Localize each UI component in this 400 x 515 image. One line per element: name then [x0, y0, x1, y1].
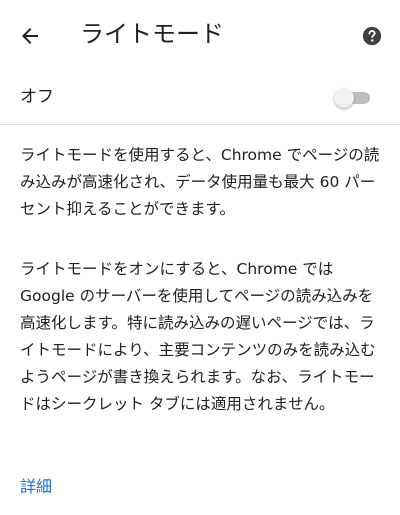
toolbar: ライトモード — [0, 0, 400, 70]
divider — [0, 124, 400, 125]
arrow-back-icon — [22, 28, 38, 44]
toggle-state-label: オフ — [20, 87, 54, 107]
page-title: ライトモード — [80, 20, 224, 48]
lite-mode-toggle-row[interactable]: オフ — [0, 75, 400, 123]
help-circle-icon — [362, 26, 382, 46]
description-paragraph-2: ライトモードをオンにすると、Chrome では Google のサーバーを使用し… — [20, 260, 376, 413]
lite-mode-switch[interactable] — [334, 87, 372, 109]
help-button[interactable] — [360, 24, 384, 48]
switch-thumb — [334, 88, 354, 108]
details-link[interactable]: 詳細 — [20, 474, 52, 500]
description-paragraph-1: ライトモードを使用すると、Chrome でページの読み込みが高速化され、データ使… — [20, 146, 380, 218]
back-button[interactable] — [14, 20, 46, 52]
